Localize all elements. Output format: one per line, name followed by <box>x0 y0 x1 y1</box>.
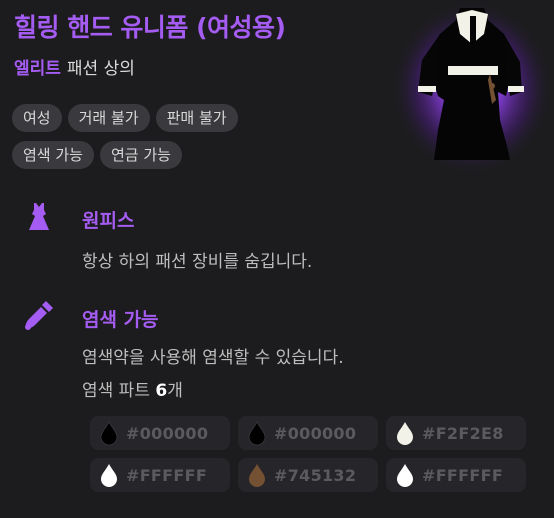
dye-hex: #745132 <box>274 465 357 485</box>
tag-row: 여성 거래 불가 판매 불가 <box>12 104 372 132</box>
dye-swatch: #FFFFFF <box>90 458 230 492</box>
dye-description: 염색약을 사용해 염색할 수 있습니다. <box>82 348 344 368</box>
dye-parts-count: 염색 파트 6개 <box>82 376 183 401</box>
item-tags: 여성 거래 불가 판매 불가 염색 가능 연금 가능 <box>12 104 372 178</box>
dress-icon <box>22 200 56 234</box>
dye-drop-icon <box>101 464 117 487</box>
dye-drop-icon <box>249 464 265 487</box>
tag-unsellable: 판매 불가 <box>155 104 238 132</box>
dye-swatch: #000000 <box>90 416 230 450</box>
dye-parts-number: 6 <box>155 381 168 401</box>
dye-swatch: #745132 <box>238 458 378 492</box>
tag-untradable: 거래 불가 <box>67 104 150 132</box>
dye-swatch: #FFFFFF <box>386 458 526 492</box>
item-category: 패션 상의 <box>66 59 135 79</box>
dye-hex: #000000 <box>274 423 357 443</box>
dye-drop-icon <box>397 422 413 445</box>
dye-hex: #FFFFFF <box>422 465 504 485</box>
tag-row: 염색 가능 연금 가능 <box>12 141 372 169</box>
dye-hex: #FFFFFF <box>126 465 208 485</box>
item-image <box>392 0 554 175</box>
dye-hex: #000000 <box>126 423 209 443</box>
dye-swatch-grid: #000000 #000000 #F2F2E8 #FFFFFF #745132 … <box>90 416 526 492</box>
dye-parts-label: 염색 파트 <box>82 381 150 401</box>
tag-female: 여성 <box>12 104 62 132</box>
tag-dyeable: 염색 가능 <box>12 141 94 169</box>
onepiece-title: 원피스 <box>82 210 135 232</box>
dye-drop-icon <box>397 464 413 487</box>
dye-brush-icon <box>22 298 56 332</box>
tag-alchemizable: 연금 가능 <box>99 141 182 169</box>
dye-drop-icon <box>100 421 118 446</box>
onepiece-description: 항상 하의 패션 장비를 숨깁니다. <box>82 252 313 272</box>
dye-hex: #F2F2E8 <box>422 423 504 443</box>
dye-swatch: #000000 <box>238 416 378 450</box>
item-title: 힐링 핸드 유니폼 (여성용) <box>14 13 286 42</box>
dye-title: 염색 가능 <box>82 309 159 331</box>
dye-drop-icon <box>248 421 266 446</box>
item-grade: 엘리트 <box>14 59 61 79</box>
dye-parts-suffix: 개 <box>167 381 183 401</box>
item-subtitle: 엘리트 패션 상의 <box>14 54 135 79</box>
dye-swatch: #F2F2E8 <box>386 416 526 450</box>
